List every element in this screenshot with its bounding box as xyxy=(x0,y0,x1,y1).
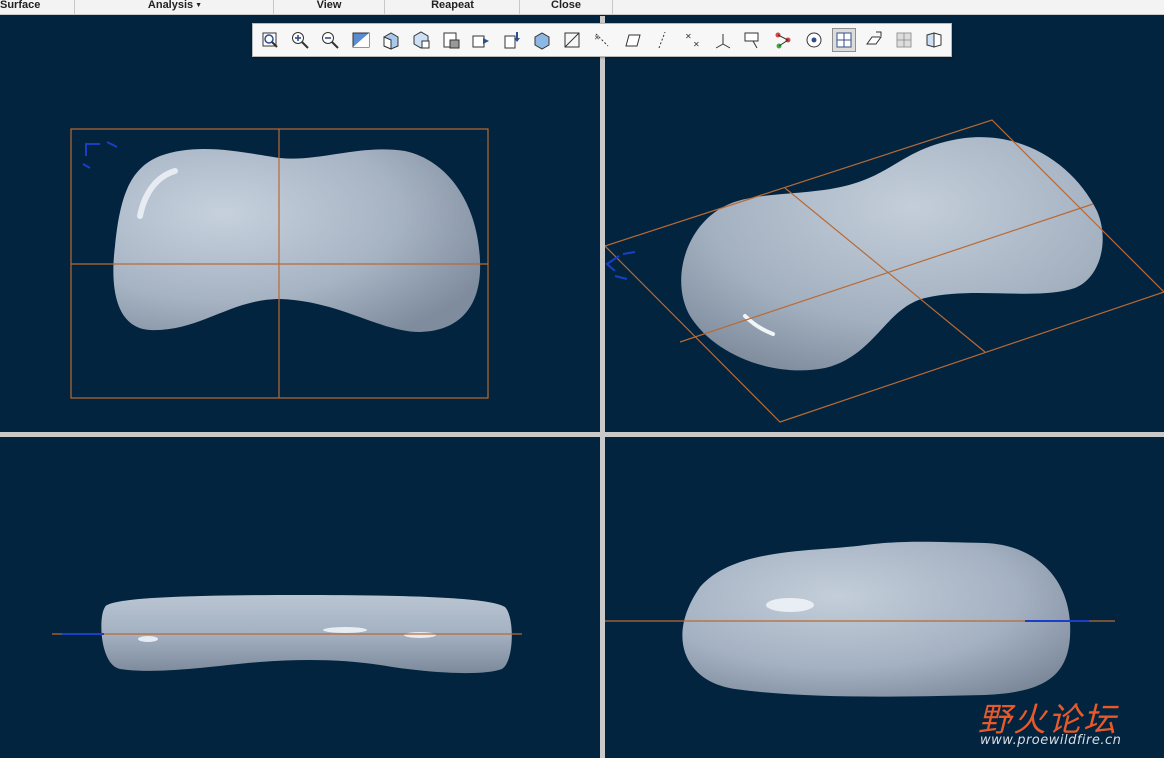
perspective-icon[interactable] xyxy=(500,28,524,52)
named-view-icon[interactable] xyxy=(439,28,463,52)
mirror-view-icon[interactable] xyxy=(922,28,946,52)
menu-analysis[interactable]: Analysis ▼ xyxy=(120,0,230,12)
curve-display-icon-glyph xyxy=(775,32,791,49)
menu-analysis-label: Analysis xyxy=(147,0,194,11)
plane-tag-icon[interactable] xyxy=(620,28,644,52)
display-style-icon-glyph xyxy=(564,32,580,48)
viewport-top[interactable] xyxy=(0,16,600,432)
perspective-icon-glyph xyxy=(504,32,520,49)
chevron-down-icon: ▼ xyxy=(195,2,203,9)
svg-text:✕: ✕ xyxy=(594,35,600,42)
zoom-in-icon-glyph xyxy=(292,32,309,49)
point-display-icon-glyph: ✕✕ xyxy=(685,32,700,49)
csys-icon xyxy=(82,141,118,169)
four-view-layout-icon-glyph xyxy=(836,32,852,48)
curve-display-icon[interactable] xyxy=(771,28,795,52)
model-top-canvas xyxy=(70,128,489,399)
named-view-icon-glyph xyxy=(443,32,460,49)
svg-text:✕: ✕ xyxy=(685,32,692,41)
menu-separator xyxy=(384,0,385,14)
surface-model xyxy=(682,541,1071,697)
viewport-divider-vertical[interactable] xyxy=(600,16,605,758)
specular-highlight xyxy=(323,627,367,633)
shading-icon[interactable] xyxy=(379,28,403,52)
viewport-isometric[interactable] xyxy=(605,16,1164,432)
zoom-fit-icon[interactable] xyxy=(258,28,282,52)
menu-separator xyxy=(612,0,613,14)
menu-close-label: Close xyxy=(551,0,581,11)
menu-reapeat[interactable]: Reapeat xyxy=(400,0,505,12)
watermark-url: www.proewildfire.cn xyxy=(980,733,1122,748)
menu-reapeat-label: Reapeat xyxy=(431,0,474,11)
plane-rotate-icon[interactable] xyxy=(862,28,886,52)
plane-rotate-icon-glyph xyxy=(866,31,882,45)
viewport-front[interactable] xyxy=(0,437,600,758)
surface-model xyxy=(681,137,1103,371)
menu-view-label: View xyxy=(316,0,342,11)
specular-highlight xyxy=(404,632,436,638)
repaint-icon[interactable] xyxy=(349,28,373,52)
shading-icon-glyph xyxy=(383,32,399,50)
orient-icon-glyph xyxy=(534,32,550,50)
view-toolbar: ✕ ✕ ✕ xyxy=(252,23,952,57)
axis-display-icon-glyph xyxy=(658,31,666,49)
single-view-layout-icon-glyph xyxy=(896,32,912,48)
saved-views-icon-glyph xyxy=(413,31,430,49)
specular-highlight xyxy=(138,636,158,642)
annotation-display-icon[interactable] xyxy=(741,28,765,52)
plane-tag-icon-glyph xyxy=(625,34,642,47)
view-manager-icon-glyph xyxy=(472,35,490,48)
model-front-canvas xyxy=(52,595,522,674)
menu-close[interactable]: Close xyxy=(530,0,602,12)
model-iso-canvas xyxy=(605,119,1164,423)
csys-icon xyxy=(605,251,636,280)
menu-view[interactable]: View xyxy=(290,0,368,12)
single-view-layout-icon[interactable] xyxy=(892,28,916,52)
datum-plane-display-icon[interactable]: ✕ xyxy=(590,28,614,52)
zoom-out-icon[interactable] xyxy=(318,28,342,52)
zoom-out-icon-glyph xyxy=(322,32,340,49)
spin-center-icon-glyph xyxy=(806,32,822,48)
mirror-view-icon-glyph xyxy=(926,32,942,48)
point-display-icon[interactable]: ✕ ✕ xyxy=(681,28,705,52)
menu-separator xyxy=(519,0,520,14)
menu-separator xyxy=(74,0,75,14)
svg-text:✕: ✕ xyxy=(693,40,700,49)
csys-display-icon-glyph xyxy=(715,34,731,49)
axis-display-icon[interactable] xyxy=(651,28,675,52)
spin-center-icon[interactable] xyxy=(802,28,826,52)
menu-surface[interactable]: Surface xyxy=(0,0,44,12)
specular-highlight xyxy=(766,598,814,612)
repaint-icon-glyph xyxy=(352,32,370,48)
menu-separator xyxy=(273,0,274,14)
menu-surface-label: Surface xyxy=(0,0,41,11)
annotation-display-icon-glyph xyxy=(744,32,759,49)
zoom-in-icon[interactable] xyxy=(288,28,312,52)
four-view-layout-icon[interactable] xyxy=(831,28,856,52)
datum-plane-display-icon-glyph: ✕ xyxy=(594,33,609,47)
display-style-icon[interactable] xyxy=(560,28,584,52)
csys-display-icon[interactable] xyxy=(711,28,735,52)
viewport-divider-horizontal[interactable] xyxy=(0,432,1164,437)
menu-bar: Surface Analysis ▼ View Reapeat Close xyxy=(0,0,1164,15)
orient-icon[interactable] xyxy=(530,28,554,52)
zoom-fit-icon-glyph xyxy=(262,32,278,48)
saved-views-icon[interactable] xyxy=(409,28,433,52)
view-manager-icon[interactable] xyxy=(469,28,493,52)
